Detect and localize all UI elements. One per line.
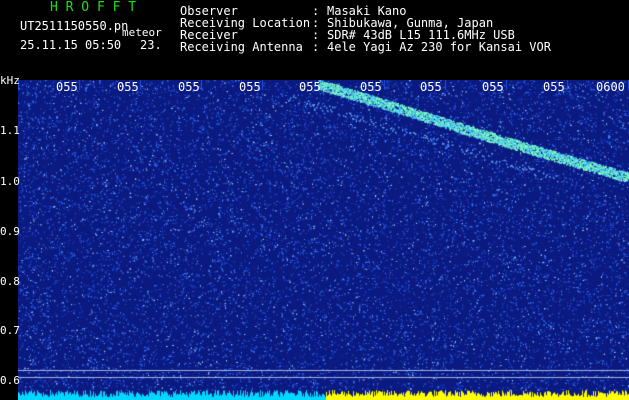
capture-number: 23.	[140, 38, 162, 52]
x-tick-label: 055	[239, 80, 261, 94]
capture-datetime: 25.11.15 05:50	[20, 38, 122, 52]
x-tick-label: 055	[56, 80, 78, 94]
y-tick-label: 0.9	[0, 225, 20, 238]
y-axis-unit: kHz	[0, 74, 20, 87]
file-name: UT2511150550.pn	[20, 19, 129, 33]
spectrogram-canvas	[18, 80, 629, 400]
x-tick-label: 055	[299, 80, 321, 94]
antenna-sep: :	[312, 40, 320, 54]
x-tick-label: 055	[543, 80, 565, 94]
y-tick-label: 1.0	[0, 175, 20, 188]
x-tick-label: 055	[178, 80, 200, 94]
y-tick-label: 0.8	[0, 275, 20, 288]
x-tick-label: 0600	[596, 80, 625, 94]
y-tick-label: 0.6	[0, 374, 20, 387]
y-tick-label: 1.1	[0, 124, 20, 137]
x-tick-label: 055	[117, 80, 139, 94]
antenna-value: 4ele Yagi Az 230 for Kansai VOR	[327, 40, 551, 54]
x-tick-label: 055	[482, 80, 504, 94]
x-tick-label: 055	[360, 80, 382, 94]
y-tick-label: 0.7	[0, 324, 20, 337]
x-tick-label: 055	[420, 80, 442, 94]
antenna-label: Receiving Antenna	[180, 40, 303, 54]
app-title: H R O F F T	[50, 0, 137, 15]
